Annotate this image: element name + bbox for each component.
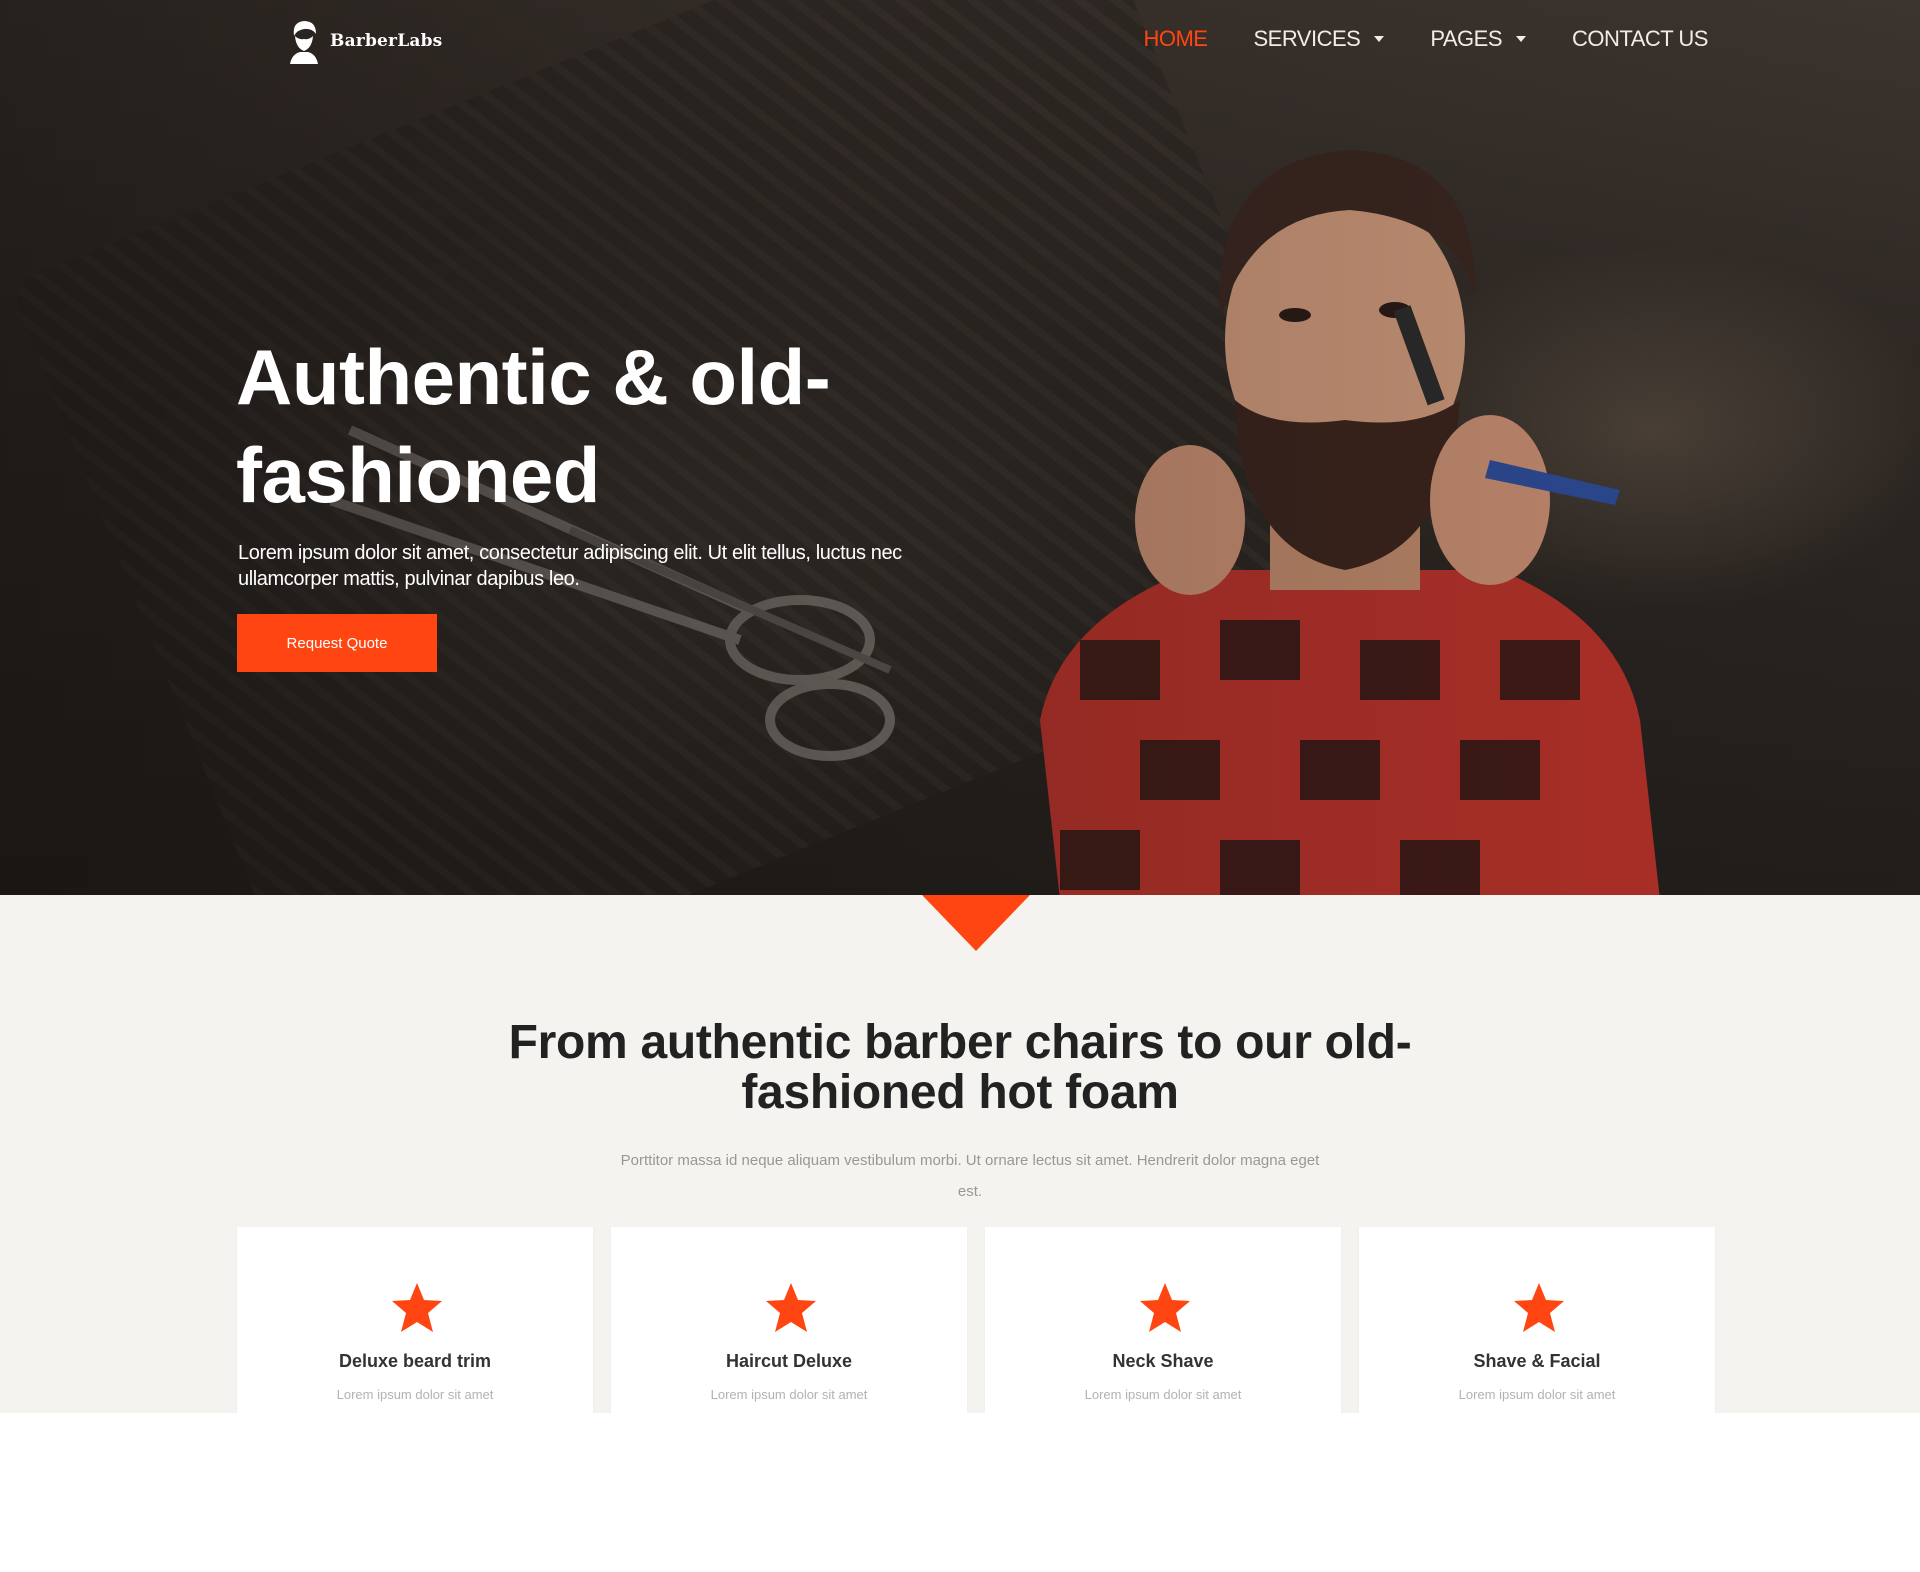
nav-item-pages[interactable]: PAGES xyxy=(1430,26,1527,52)
service-card-title: Deluxe beard trim xyxy=(338,1351,492,1371)
nav-menu: HOME SERVICES PAGES CONTACT US xyxy=(1143,26,1708,52)
services-title: From authentic barber chairs to our old-… xyxy=(508,1016,1412,1119)
services-description: Porttitor massa id neque aliquam vestibu… xyxy=(620,1152,1320,1200)
star-icon xyxy=(1514,1283,1564,1332)
nav-item-home[interactable]: HOME xyxy=(1143,26,1208,52)
service-card-text: Lorem ipsum dolor sit amet xyxy=(1458,1387,1616,1402)
service-card-text: Lorem ipsum dolor sit amet xyxy=(1084,1387,1242,1402)
hero-title: Authentic & old-fashioned xyxy=(236,333,831,519)
brand-logo[interactable]: BarberLabs xyxy=(286,18,442,64)
main-navigation: BarberLabs HOME SERVICES PAGES CONTACT U… xyxy=(0,0,1920,84)
star-icon xyxy=(1140,1283,1190,1332)
barber-head-icon xyxy=(290,21,318,64)
request-quote-button[interactable]: Request Quote xyxy=(237,614,437,672)
star-icon xyxy=(392,1283,442,1332)
hero-description: Lorem ipsum dolor sit amet, consectetur … xyxy=(238,542,902,590)
service-card[interactable]: Haircut Deluxe Lorem ipsum dolor sit ame… xyxy=(611,1227,967,1413)
nav-item-home-label: HOME xyxy=(1143,26,1208,51)
nav-item-contact[interactable]: CONTACT US xyxy=(1572,26,1708,52)
service-card-text: Lorem ipsum dolor sit amet xyxy=(336,1387,494,1402)
service-card[interactable]: Neck Shave Lorem ipsum dolor sit amet xyxy=(985,1227,1341,1413)
nav-item-services[interactable]: SERVICES xyxy=(1253,26,1385,52)
brand-name: BarberLabs xyxy=(330,31,443,51)
service-card-text: Lorem ipsum dolor sit amet xyxy=(710,1387,868,1402)
nav-item-contact-label: CONTACT US xyxy=(1572,26,1708,51)
services-section: From authentic barber chairs to our old-… xyxy=(0,895,1920,1413)
service-card-title: Haircut Deluxe xyxy=(725,1351,853,1371)
service-card[interactable]: Deluxe beard trim Lorem ipsum dolor sit … xyxy=(237,1227,593,1413)
service-card-title: Neck Shave xyxy=(1112,1351,1214,1371)
nav-item-services-label: SERVICES xyxy=(1253,26,1361,51)
nav-item-pages-label: PAGES xyxy=(1430,26,1503,51)
service-cards: Deluxe beard trim Lorem ipsum dolor sit … xyxy=(237,1227,1715,1413)
star-icon xyxy=(766,1283,816,1332)
service-card[interactable]: Shave & Facial Lorem ipsum dolor sit ame… xyxy=(1359,1227,1715,1413)
section-notch-arrow xyxy=(922,895,1030,951)
chevron-down-icon xyxy=(1374,36,1385,42)
chevron-down-icon xyxy=(1516,36,1527,42)
hero-section: BarberLabs HOME SERVICES PAGES CONTACT U… xyxy=(0,0,1920,895)
service-card-title: Shave & Facial xyxy=(1473,1351,1601,1371)
